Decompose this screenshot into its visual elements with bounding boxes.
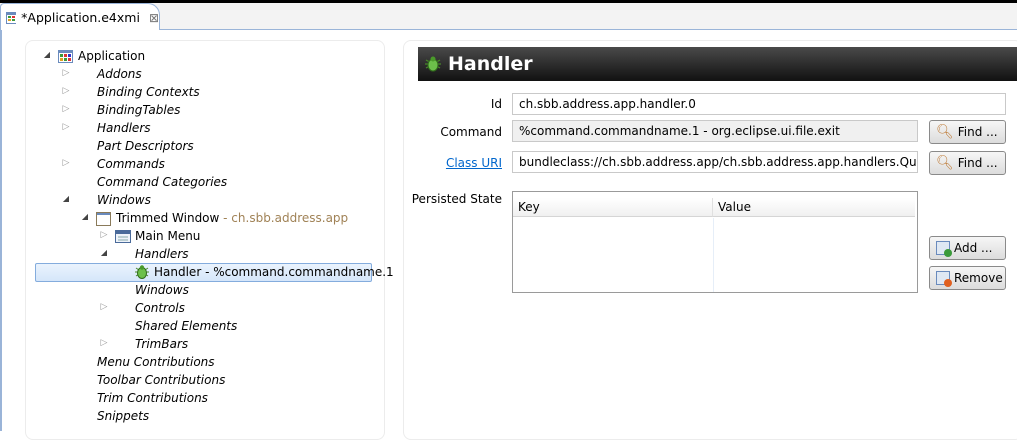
expand-arrow-icon[interactable]: ▷ bbox=[99, 230, 109, 240]
expand-arrow-icon[interactable]: ▷ bbox=[99, 302, 109, 312]
tree-item-label: Command Categories bbox=[97, 175, 227, 189]
search-icon: 🔍︎ bbox=[936, 155, 954, 171]
details-title: Handler bbox=[448, 53, 533, 75]
tree-item-sublabel: - ch.sbb.address.app bbox=[219, 211, 348, 225]
column-divider bbox=[713, 218, 714, 292]
tree-item[interactable]: BindingTables bbox=[97, 101, 180, 119]
tree-item[interactable]: TrimBars bbox=[135, 335, 188, 353]
remove-label: Remove bbox=[954, 271, 1003, 285]
tree-item-label: Addons bbox=[97, 67, 142, 81]
tree-item[interactable]: Snippets bbox=[97, 407, 149, 425]
collapse-arrow-icon[interactable]: ◢ bbox=[42, 50, 52, 59]
collapse-arrow-icon[interactable]: ◢ bbox=[80, 212, 90, 221]
expand-arrow-icon[interactable]: ▷ bbox=[61, 158, 71, 168]
tree-item-label: Handlers bbox=[97, 121, 151, 135]
column-header-key[interactable]: Key bbox=[513, 198, 713, 217]
menu-icon bbox=[115, 230, 130, 243]
collapse-arrow-icon[interactable]: ◢ bbox=[99, 248, 109, 257]
table-remove-icon bbox=[936, 271, 950, 285]
add-button[interactable]: Add ... bbox=[929, 236, 1006, 260]
tree-item-label: Application bbox=[78, 49, 145, 63]
application-model-icon bbox=[6, 12, 16, 24]
expand-arrow-icon[interactable]: ▷ bbox=[61, 122, 71, 132]
tree-item[interactable]: Windows bbox=[97, 191, 151, 209]
tree-item-label: Main Menu bbox=[135, 229, 200, 243]
tree-item-label: Menu Contributions bbox=[97, 355, 215, 369]
tree-item-label: Trim Contributions bbox=[97, 391, 208, 405]
persisted-state-table[interactable]: Key Value bbox=[512, 191, 918, 293]
expand-arrow-icon[interactable]: ▷ bbox=[99, 338, 109, 348]
tree-item[interactable]: Binding Contexts bbox=[97, 83, 200, 101]
editor-tab-bar: *Application.e4xmi ⊠ bbox=[0, 3, 1017, 30]
expand-arrow-icon[interactable]: ▷ bbox=[61, 86, 71, 96]
tree-item[interactable]: Commands bbox=[97, 155, 165, 173]
tree-item[interactable]: Handlers bbox=[135, 245, 189, 263]
tree-item-label: Trimmed Window bbox=[116, 211, 219, 225]
bug-icon bbox=[424, 55, 442, 73]
tree-item-label: Shared Elements bbox=[135, 319, 237, 333]
tree-item[interactable]: Trim Contributions bbox=[97, 389, 208, 407]
tree-item-label: Handler - %command.commandname.1 bbox=[154, 265, 394, 279]
persisted-state-label: Persisted State bbox=[402, 192, 502, 206]
tree-item[interactable]: Windows bbox=[135, 281, 189, 299]
class-uri-link[interactable]: Class URI bbox=[402, 156, 502, 170]
tree-item-label: Toolbar Contributions bbox=[97, 373, 225, 387]
id-label: Id bbox=[402, 97, 502, 111]
expand-arrow-icon[interactable]: ▷ bbox=[61, 68, 71, 78]
tree-item[interactable]: Trimmed Window - ch.sbb.address.app bbox=[96, 209, 348, 227]
find-class-label: Find ... bbox=[958, 156, 998, 170]
bug-icon bbox=[134, 264, 150, 280]
tree-item-label: Binding Contexts bbox=[97, 85, 200, 99]
tab-title: *Application.e4xmi bbox=[21, 10, 140, 25]
editor-tab[interactable]: *Application.e4xmi ⊠ bbox=[0, 3, 160, 31]
tree-item[interactable]: Shared Elements bbox=[135, 317, 237, 335]
tree-item-label: Part Descriptors bbox=[97, 139, 194, 153]
tree-item-label: Windows bbox=[97, 193, 151, 207]
id-input[interactable]: ch.sbb.address.app.handler.0 bbox=[512, 93, 1006, 115]
tree-item[interactable]: Handler - %command.commandname.1 bbox=[134, 263, 394, 281]
tree-item[interactable]: Main Menu bbox=[115, 227, 200, 245]
command-input[interactable]: %command.commandname.1 - org.eclipse.ui.… bbox=[512, 120, 918, 142]
table-add-icon bbox=[936, 241, 950, 255]
window-icon bbox=[96, 212, 111, 225]
tree-item[interactable]: Toolbar Contributions bbox=[97, 371, 225, 389]
tree-item[interactable]: Command Categories bbox=[97, 173, 227, 191]
find-command-label: Find ... bbox=[958, 125, 998, 139]
tree-item-label: Handlers bbox=[135, 247, 189, 261]
find-class-button[interactable]: 🔍︎ Find ... bbox=[929, 151, 1006, 175]
tree-item[interactable]: Handlers bbox=[97, 119, 151, 137]
details-header: Handler bbox=[418, 47, 1017, 81]
tree-item[interactable]: Menu Contributions bbox=[97, 353, 215, 371]
search-icon: 🔍︎ bbox=[936, 124, 954, 140]
tree-item-label: TrimBars bbox=[135, 337, 188, 351]
tree-item-label: Snippets bbox=[97, 409, 149, 423]
remove-button[interactable]: Remove bbox=[929, 266, 1006, 290]
collapse-arrow-icon[interactable]: ◢ bbox=[61, 194, 71, 203]
tree-item-label: Commands bbox=[97, 157, 165, 171]
add-label: Add ... bbox=[954, 241, 993, 255]
class-uri-input[interactable]: bundleclass://ch.sbb.address.app/ch.sbb.… bbox=[512, 151, 918, 173]
tree-item-label: Controls bbox=[135, 301, 185, 315]
tree-item[interactable]: Application bbox=[58, 47, 145, 65]
find-command-button[interactable]: 🔍︎ Find ... bbox=[929, 120, 1006, 144]
tree-item-label: BindingTables bbox=[97, 103, 180, 117]
expand-arrow-icon[interactable]: ▷ bbox=[61, 104, 71, 114]
close-icon[interactable]: ⊠ bbox=[149, 11, 159, 25]
application-model-icon bbox=[58, 50, 73, 63]
column-header-value[interactable]: Value bbox=[713, 198, 915, 217]
command-label: Command bbox=[402, 125, 502, 139]
tree-item[interactable]: Part Descriptors bbox=[97, 137, 194, 155]
tree-item-label: Windows bbox=[135, 283, 189, 297]
tree-item[interactable]: Addons bbox=[97, 65, 142, 83]
tree-item[interactable]: Controls bbox=[135, 299, 185, 317]
